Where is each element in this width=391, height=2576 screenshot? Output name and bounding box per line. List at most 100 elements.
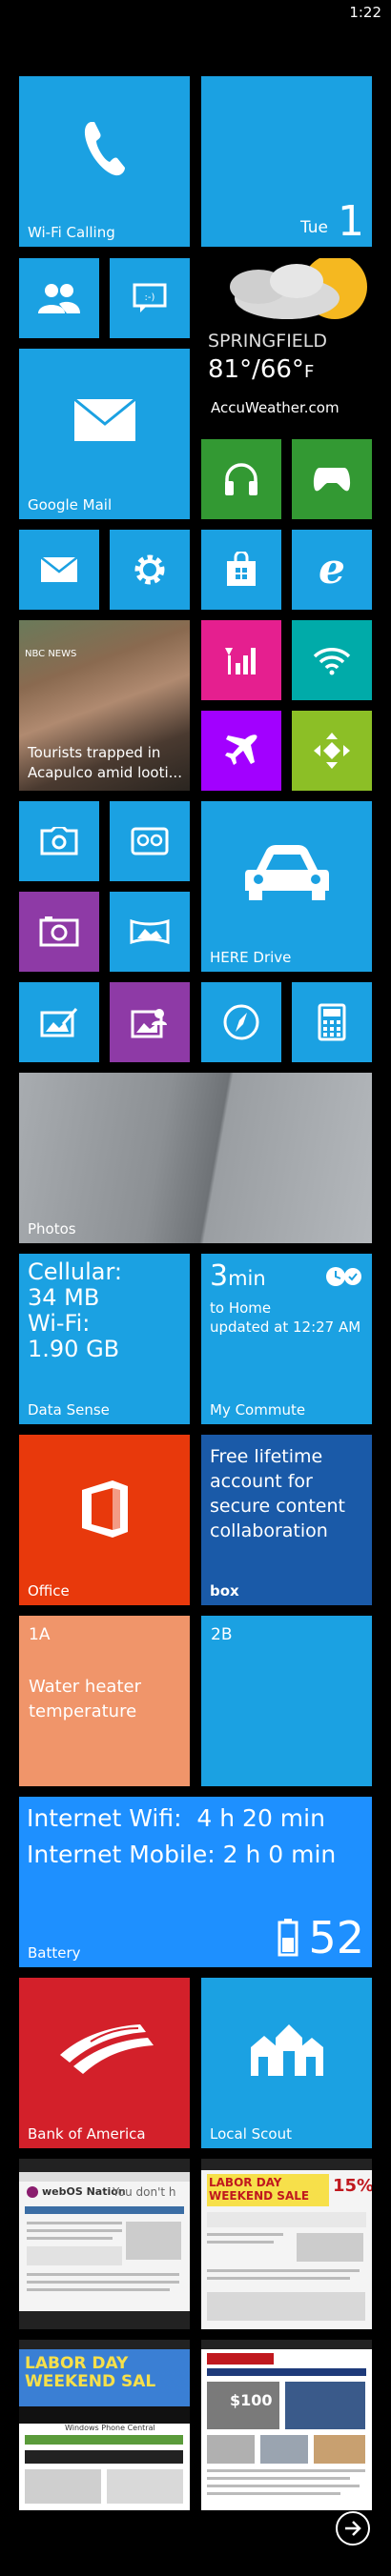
camera-icon <box>40 827 78 855</box>
wifi-icon <box>313 648 351 675</box>
news-caption: Tourists trapped in Acapulco amid looti.… <box>28 744 182 781</box>
promo-badge: $100 <box>230 2391 273 2409</box>
web-thumbnail: webOS Nation You don't h <box>19 2159 190 2329</box>
internet-explorer-icon: e <box>319 545 345 594</box>
note-title: 1A <box>29 1625 51 1644</box>
tile-photo-share[interactable] <box>110 982 190 1062</box>
tile-mail[interactable] <box>19 530 99 610</box>
battery-icon <box>278 1919 298 1957</box>
tile-bank-of-america[interactable]: Bank of America <box>19 1978 190 2148</box>
tile-web-labor-day-sale[interactable]: LABOR DAY WEEKEND SALE 15% <box>201 2159 372 2329</box>
headphones-icon <box>225 463 257 495</box>
data-wifi-value: 1.90 GB <box>28 1336 120 1362</box>
tile-carrier[interactable] <box>201 620 281 700</box>
tile-note-1a[interactable]: 1A Water heater temperature <box>19 1616 190 1786</box>
tile-music[interactable] <box>201 439 281 519</box>
web-thumbnail: $100 <box>201 2340 372 2510</box>
tile-google-mail[interactable]: Google Mail <box>19 349 190 519</box>
tile-label: Photos <box>28 1220 76 1238</box>
gear-icon <box>134 554 165 585</box>
commute-unit: min <box>228 1267 266 1290</box>
messaging-icon: :-) <box>133 283 167 312</box>
tile-data-sense[interactable]: Cellular: 34 MB Wi-Fi: 1.90 GB Data Sens… <box>19 1254 190 1424</box>
store-bag-icon <box>227 552 256 586</box>
compass-icon <box>223 1004 259 1040</box>
tile-box[interactable]: Free lifetime account for secure content… <box>201 1435 372 1605</box>
tile-label: Battery <box>28 1944 81 1962</box>
tile-internet-explorer[interactable]: e <box>292 530 372 610</box>
weather-source: AccuWeather.com <box>211 399 340 416</box>
car-icon <box>244 844 329 900</box>
calendar-day: Tue <box>299 218 328 237</box>
tile-people[interactable] <box>19 258 99 338</box>
tile-news[interactable]: NBC NEWS Tourists trapped in Acapulco am… <box>19 620 190 791</box>
phone-icon <box>84 121 125 175</box>
tile-here-drive[interactable]: HERE Drive <box>201 801 372 972</box>
tile-settings[interactable] <box>110 530 190 610</box>
commute-minutes: 3 <box>210 1259 229 1293</box>
tile-xbox-games[interactable] <box>292 439 372 519</box>
data-cellular-label: Cellular: <box>28 1258 122 1285</box>
sale-badge: 15% <box>333 2176 372 2196</box>
tile-web-windows-phone-central[interactable]: LABOR DAY WEEKEND SAL Windows Phone Cent… <box>19 2340 190 2510</box>
app-list-arrow-button[interactable] <box>336 2511 370 2546</box>
tile-camera[interactable] <box>19 801 99 881</box>
battery-percent: 52 <box>308 1912 364 1963</box>
buildings-icon <box>250 2023 323 2076</box>
tile-weather[interactable]: SPRINGFIELD 81°/66°F AccuWeather.com <box>201 258 372 429</box>
commute-clock-icon <box>326 1267 361 1286</box>
tile-photo-editor[interactable] <box>19 982 99 1062</box>
tile-wifi-calling[interactable]: Wi-Fi Calling <box>19 76 190 247</box>
xbox-controller-icon <box>313 468 351 492</box>
box-promo-text: Free lifetime account for secure content… <box>210 1446 345 1541</box>
tile-label: Office <box>28 1582 70 1600</box>
office-logo-icon <box>81 1479 128 1538</box>
box-logo: box <box>210 1582 239 1600</box>
tile-calendar[interactable]: Tue 1 <box>201 76 372 247</box>
signal-bars-icon <box>225 648 256 674</box>
commute-updated: updated at 12:27 AM <box>210 1318 361 1336</box>
tile-local-scout[interactable]: Local Scout <box>201 1978 372 2148</box>
site-subtitle: You don't h <box>113 2185 176 2199</box>
tile-label: Wi-Fi Calling <box>28 224 115 241</box>
tile-note-2b[interactable]: 2B <box>201 1616 372 1786</box>
panorama-icon <box>130 918 170 945</box>
people-icon <box>38 284 80 313</box>
tile-messaging[interactable]: :-) <box>110 258 190 338</box>
tile-calculator[interactable] <box>292 982 372 1062</box>
bank-flag-logo-icon <box>59 2023 154 2074</box>
tile-voice-recorder[interactable] <box>110 801 190 881</box>
mail-icon <box>41 557 77 582</box>
tile-battery[interactable]: Internet Wifi: 4 h 20 min Internet Mobil… <box>19 1797 372 1967</box>
weather-temp: 81°/66° <box>208 355 304 384</box>
tile-lens-app[interactable] <box>19 892 99 972</box>
tile-airplane-mode[interactable] <box>201 711 281 791</box>
tile-label: Google Mail <box>28 496 113 513</box>
tile-office[interactable]: Office <box>19 1435 190 1605</box>
data-wifi-label: Wi-Fi: <box>28 1310 91 1337</box>
mail-icon <box>73 398 135 441</box>
photos-image <box>19 1073 372 1243</box>
tile-web-webos-nation[interactable]: webOS Nation You don't h <box>19 2159 190 2329</box>
tile-store[interactable] <box>201 530 281 610</box>
tile-my-commute[interactable]: 3min to Home updated at 12:27 AM My Comm… <box>201 1254 372 1424</box>
note-title: 2B <box>211 1625 233 1644</box>
tile-display-settings[interactable] <box>292 711 372 791</box>
site-logo-icon <box>27 2185 38 2198</box>
tile-compass[interactable] <box>201 982 281 1062</box>
calculator-icon <box>318 1003 346 1041</box>
airplane-icon <box>225 735 257 765</box>
photo-person-icon <box>131 1009 167 1038</box>
tile-label: Bank of America <box>28 2125 146 2143</box>
camera-lens-icon <box>39 916 79 947</box>
tile-photos[interactable]: Photos <box>19 1073 372 1243</box>
tile-wifi[interactable] <box>292 620 372 700</box>
data-sense-usage: Cellular: 34 MB Wi-Fi: 1.90 GB <box>28 1259 122 1362</box>
tile-web-news-site[interactable]: $100 <box>201 2340 372 2510</box>
cassette-icon <box>131 827 169 855</box>
svg-text::-): :-) <box>145 292 155 303</box>
tile-panorama[interactable] <box>110 892 190 972</box>
tile-label: HERE Drive <box>210 949 292 966</box>
sale-headline: LABOR DAY WEEKEND SAL <box>25 2354 156 2391</box>
data-cellular-value: 34 MB <box>28 1284 100 1311</box>
